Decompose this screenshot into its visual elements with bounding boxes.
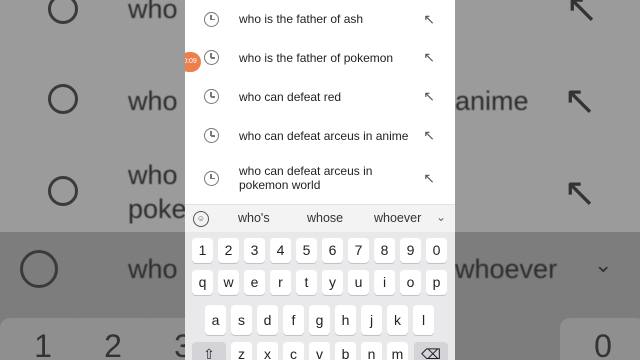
suggestion-item[interactable]: who is the father of ash ↖ xyxy=(185,0,455,38)
bg-row-text: who xyxy=(128,0,178,24)
key-h[interactable]: h xyxy=(335,305,356,335)
bg-arrow-icon: ↖ xyxy=(563,79,597,123)
key-t[interactable]: t xyxy=(296,270,317,295)
bg-chevron-icon: ⌄ xyxy=(594,252,613,277)
key-j[interactable]: j xyxy=(361,305,382,335)
suggestion-item[interactable]: who can defeat red ↖ xyxy=(185,77,455,116)
key-a[interactable]: a xyxy=(205,305,226,335)
bg-clock-icon xyxy=(48,176,78,206)
key-4[interactable]: 4 xyxy=(270,238,291,263)
bg-row-text: whoever xyxy=(455,254,558,284)
backspace-key[interactable]: ⌫ xyxy=(414,342,448,360)
key-5[interactable]: 5 xyxy=(296,238,317,263)
arrow-up-left-icon[interactable]: ↖ xyxy=(423,11,435,28)
bg-row-text: anime xyxy=(455,86,529,116)
arrow-up-left-icon[interactable]: ↖ xyxy=(423,170,435,187)
arrow-up-left-icon[interactable]: ↖ xyxy=(423,88,435,105)
bg-prediction-icon xyxy=(20,250,58,288)
key-w[interactable]: w xyxy=(218,270,239,295)
clock-icon xyxy=(204,128,219,143)
key-s[interactable]: s xyxy=(231,305,252,335)
key-g[interactable]: g xyxy=(309,305,330,335)
on-screen-keyboard: 1 2 3 4 5 6 7 8 9 0 q w e r t y u i o p … xyxy=(185,232,455,360)
suggestion-text: who can defeat arceus in pokemon world xyxy=(239,164,373,192)
key-m[interactable]: m xyxy=(387,342,408,360)
bg-row-text: who xyxy=(128,86,178,116)
search-suggestions-list: who is the father of ash ↖ who is the fa… xyxy=(185,0,455,201)
key-2[interactable]: 2 xyxy=(218,238,239,263)
clock-icon xyxy=(204,50,219,65)
key-3[interactable]: 3 xyxy=(244,238,265,263)
key-i[interactable]: i xyxy=(374,270,395,295)
key-u[interactable]: u xyxy=(348,270,369,295)
suggestion-text: who is the father of ash xyxy=(239,12,364,26)
bg-row-text: who xyxy=(128,254,178,284)
arrow-up-left-icon[interactable]: ↖ xyxy=(423,49,435,66)
key-1[interactable]: 1 xyxy=(192,238,213,263)
suggestion-text: who can defeat red xyxy=(239,89,342,104)
key-7[interactable]: 7 xyxy=(348,238,369,263)
key-l[interactable]: l xyxy=(413,305,434,335)
clock-icon xyxy=(204,89,219,104)
key-o[interactable]: o xyxy=(400,270,421,295)
clock-icon xyxy=(204,11,219,27)
prediction-word[interactable]: whoever xyxy=(374,211,421,225)
key-x[interactable]: x xyxy=(257,342,278,360)
suggestion-item[interactable]: who can defeat arceus in pokemon world ↖ xyxy=(185,155,455,201)
bg-key: 0 xyxy=(560,318,640,360)
key-k[interactable]: k xyxy=(387,305,408,335)
suggestion-text: who is the father of pokemon xyxy=(239,50,394,65)
shift-key[interactable]: ⇧ xyxy=(192,342,226,360)
prediction-word[interactable]: who's xyxy=(238,211,270,225)
chevron-down-icon[interactable]: ⌄ xyxy=(436,210,446,224)
bg-arrow-icon: ↖ xyxy=(563,171,597,215)
key-p[interactable]: p xyxy=(426,270,447,295)
key-q[interactable]: q xyxy=(192,270,213,295)
word-prediction-bar: ☺ who's whose whoever ⌄ xyxy=(185,204,455,233)
clock-icon xyxy=(204,170,219,186)
bg-clock-icon xyxy=(48,84,78,114)
phone-screen: who is the father of ash ↖ who is the fa… xyxy=(185,0,455,360)
key-c[interactable]: c xyxy=(283,342,304,360)
key-e[interactable]: e xyxy=(244,270,265,295)
arrow-up-left-icon[interactable]: ↖ xyxy=(423,127,435,144)
key-8[interactable]: 8 xyxy=(374,238,395,263)
emoji-toggle-icon[interactable]: ☺ xyxy=(193,211,209,227)
prediction-word[interactable]: whose xyxy=(307,211,343,225)
key-v[interactable]: v xyxy=(309,342,330,360)
key-b[interactable]: b xyxy=(335,342,356,360)
key-z[interactable]: z xyxy=(231,342,252,360)
key-0[interactable]: 0 xyxy=(426,238,447,263)
key-y[interactable]: y xyxy=(322,270,343,295)
key-f[interactable]: f xyxy=(283,305,304,335)
suggestion-item[interactable]: who can defeat arceus in anime ↖ xyxy=(185,116,455,155)
key-6[interactable]: 6 xyxy=(322,238,343,263)
bg-arrow-icon: ↖ xyxy=(565,0,599,31)
key-d[interactable]: d xyxy=(257,305,278,335)
key-9[interactable]: 9 xyxy=(400,238,421,263)
suggestion-item[interactable]: who is the father of pokemon ↖ xyxy=(185,38,455,77)
key-r[interactable]: r xyxy=(270,270,291,295)
key-n[interactable]: n xyxy=(361,342,382,360)
bg-row-text: poke xyxy=(128,194,187,224)
bg-row-text: who xyxy=(128,160,178,190)
suggestion-text: who can defeat arceus in anime xyxy=(239,128,409,143)
